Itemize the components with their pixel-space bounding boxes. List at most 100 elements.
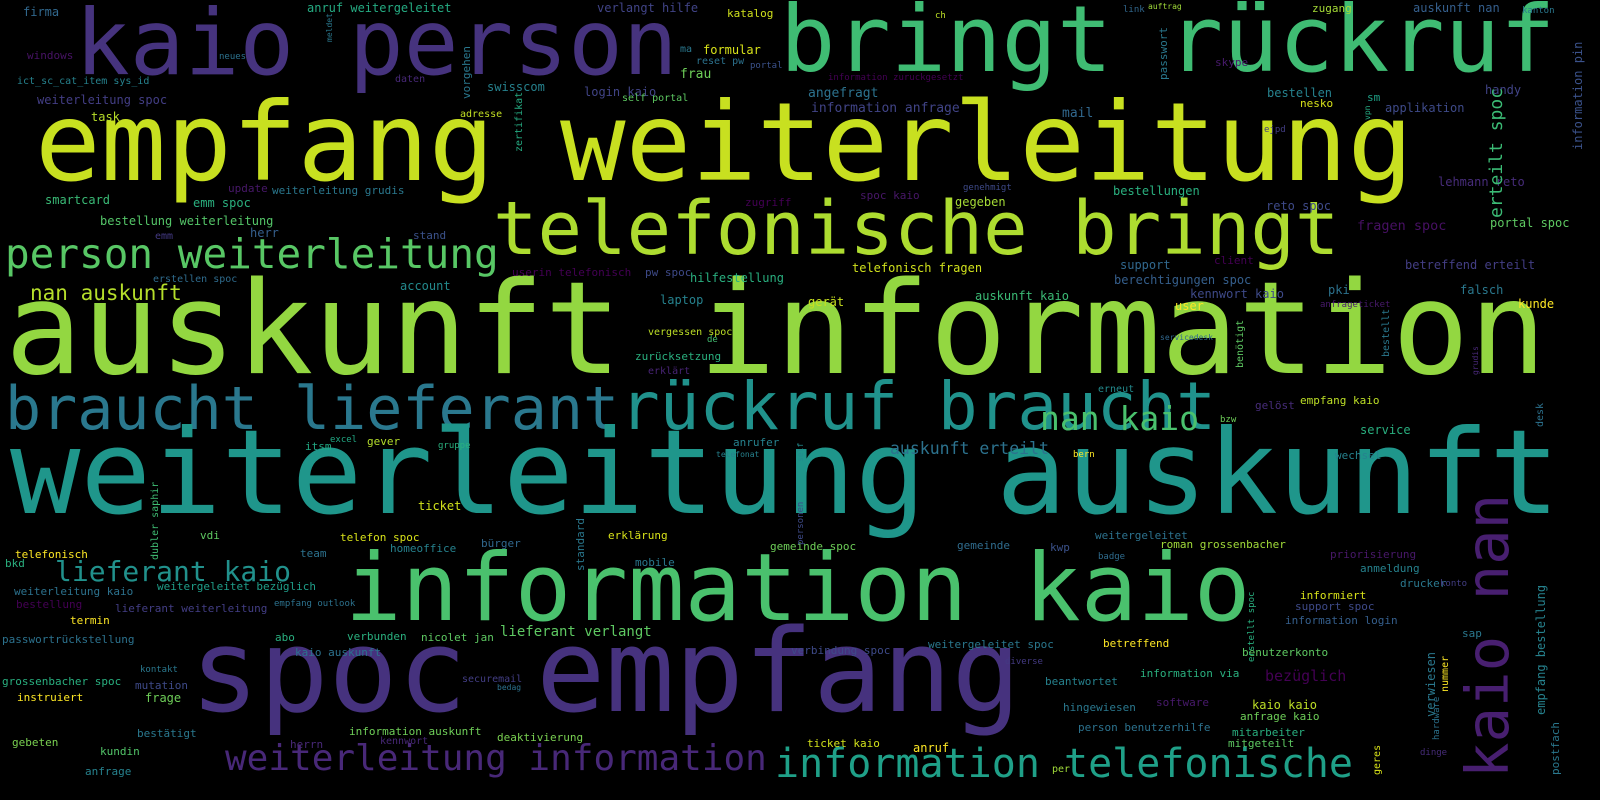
word-cloud-term: mitarbeiter (1232, 725, 1305, 739)
word-cloud-term: bestellungen (1113, 184, 1200, 198)
word-cloud-term: anfrageticket (1320, 299, 1391, 310)
word-cloud-term: portal spoc (1490, 216, 1570, 230)
word-cloud-term: beantwortet (1045, 674, 1118, 688)
word-cloud-term: meldet (325, 13, 334, 42)
word-cloud-term: bedag (497, 683, 522, 692)
word-cloud-term: auskunft erteilt (890, 438, 1049, 458)
word-cloud-term: telefonisch (15, 547, 88, 561)
word-cloud-term: information pin (1571, 41, 1585, 150)
word-cloud-term: vorgehen (460, 46, 473, 99)
word-cloud-term: gelöst (1255, 398, 1295, 412)
word-cloud-term: zugang (1312, 1, 1352, 15)
word-cloud-term: anfrage kaio (1240, 709, 1320, 723)
word-cloud-term: pki (1328, 283, 1350, 297)
word-cloud-term: kundin (100, 744, 140, 758)
word-cloud-term: priorisierung (1330, 547, 1417, 561)
word-cloud-term: bezüglich (1265, 666, 1347, 685)
word-cloud-term: portal (750, 60, 783, 71)
word-cloud-term: gruppe (438, 440, 471, 451)
word-cloud-term: windows (27, 48, 74, 62)
word-cloud-term: betreffend erteilt (1405, 258, 1536, 272)
word-cloud-term: zurücksetzung (635, 349, 722, 363)
word-cloud-term: nummer (1440, 655, 1451, 692)
word-cloud-term: lehmann reto (1438, 175, 1525, 189)
word-cloud-term: telefon spoc (340, 530, 420, 544)
word-cloud-term: information zuruckgesetzt (828, 72, 964, 83)
word-cloud-term: pw spoc (645, 265, 692, 279)
word-cloud-term: client (1214, 253, 1254, 267)
word-cloud-term: auskunft nan (1413, 1, 1500, 15)
word-cloud-term: userin telefonisch (512, 265, 632, 279)
word-cloud-term: emm spoc (193, 196, 251, 210)
word-cloud-term: dinge (1420, 747, 1448, 758)
word-cloud-term: postfach (1549, 722, 1562, 775)
word-cloud-term: falsch (1460, 283, 1504, 297)
word-cloud-term: self portal (622, 93, 689, 104)
word-cloud-term: mitgeteilt (1228, 736, 1295, 750)
word-cloud-term: verbunden (347, 629, 407, 643)
word-cloud-term: angefragt (808, 85, 879, 101)
word-cloud-term: weitergeleitet bezüglich (157, 579, 316, 593)
word-cloud-term: empfang kaio (1300, 393, 1380, 407)
word-cloud-term: grossenbacher spoc (2, 674, 122, 688)
word-cloud-term: kontakt (140, 664, 178, 675)
word-cloud-term: termin (70, 613, 110, 627)
word-cloud-term: badge (1098, 551, 1126, 562)
word-cloud-term: ch (935, 10, 946, 21)
word-cloud-term: geres (1372, 744, 1383, 775)
word-cloud-term: telefonisch fragen (852, 261, 983, 275)
word-cloud-term: kwp (1050, 540, 1070, 554)
word-cloud-term: weiterleitung grudis (272, 183, 405, 197)
word-cloud-term: auskunft kaio (975, 289, 1069, 303)
word-cloud-term: gemeinde (957, 538, 1010, 552)
word-cloud-term: update (228, 181, 268, 195)
word-cloud-term: nicolet jan (421, 630, 494, 644)
word-cloud-term: passwortrückstellung (2, 632, 135, 646)
word-cloud-term: sm (1367, 90, 1381, 104)
word-cloud-term: erklärt (648, 366, 691, 377)
word-cloud-term: nan kaio (1040, 398, 1199, 438)
word-cloud-term: weitergeleitet spoc (928, 637, 1054, 651)
word-cloud-term: gemeinde spoc (770, 539, 857, 553)
word-cloud-term: vergessen spoc (648, 327, 733, 338)
word-cloud-term: formular (703, 43, 761, 57)
word-cloud-term: ejpd (1264, 124, 1286, 135)
word-cloud-term: diverse (1005, 656, 1043, 667)
word-cloud-term: link (1123, 4, 1145, 15)
word-cloud-term: skype (1215, 55, 1249, 69)
word-cloud-term: informiert (1300, 588, 1367, 602)
word-cloud-term: firma (23, 5, 60, 19)
word-cloud-term: mutation (135, 678, 188, 692)
word-cloud-term: reto spoc (1266, 199, 1332, 213)
word-cloud-term: gever (367, 434, 401, 448)
word-cloud-term: weiterleitung spoc (37, 93, 168, 107)
word-cloud-term: dubler saphir (150, 481, 161, 560)
word-cloud-term: mobile (635, 555, 675, 569)
word-cloud-term: gerät (808, 295, 845, 309)
word-cloud-term: nesko (1300, 96, 1334, 110)
word-cloud-term: kunde (1518, 297, 1555, 311)
word-cloud-term: information auskunft (349, 724, 482, 738)
word-cloud-term: mail (1062, 105, 1094, 121)
word-cloud-term: bestätigt (137, 726, 197, 740)
word-cloud-term: hingewiesen (1063, 700, 1136, 714)
word-cloud-term: support spoc (1295, 599, 1375, 613)
word-cloud-term: support (1120, 258, 1171, 272)
word-cloud-term: reset pw (696, 56, 745, 67)
word-cloud-term: erteilt spoc (1486, 87, 1507, 218)
word-cloud-term: lieferant verlangt (500, 624, 652, 640)
word-cloud: kaio person bringt rückruf empfang weiterl… (0, 0, 1600, 800)
word-cloud-term: genehmigt (963, 182, 1012, 193)
word-cloud-term: katalog (727, 6, 774, 20)
word-cloud-term: grudis (1471, 346, 1480, 375)
word-cloud-term: personen (796, 501, 806, 545)
word-cloud-term: frau (680, 66, 712, 82)
word-cloud-term: de (707, 334, 718, 345)
word-cloud-term: gebeten (12, 735, 59, 749)
word-cloud-term: ticket (418, 499, 462, 513)
word-cloud-term: empfang weiterleitung (35, 78, 1414, 206)
word-cloud-term: kanton (1522, 5, 1555, 16)
word-cloud-term: team (300, 546, 327, 560)
word-cloud-term: bestellung (16, 597, 83, 611)
word-cloud-term: kaio auskunft (295, 645, 382, 659)
